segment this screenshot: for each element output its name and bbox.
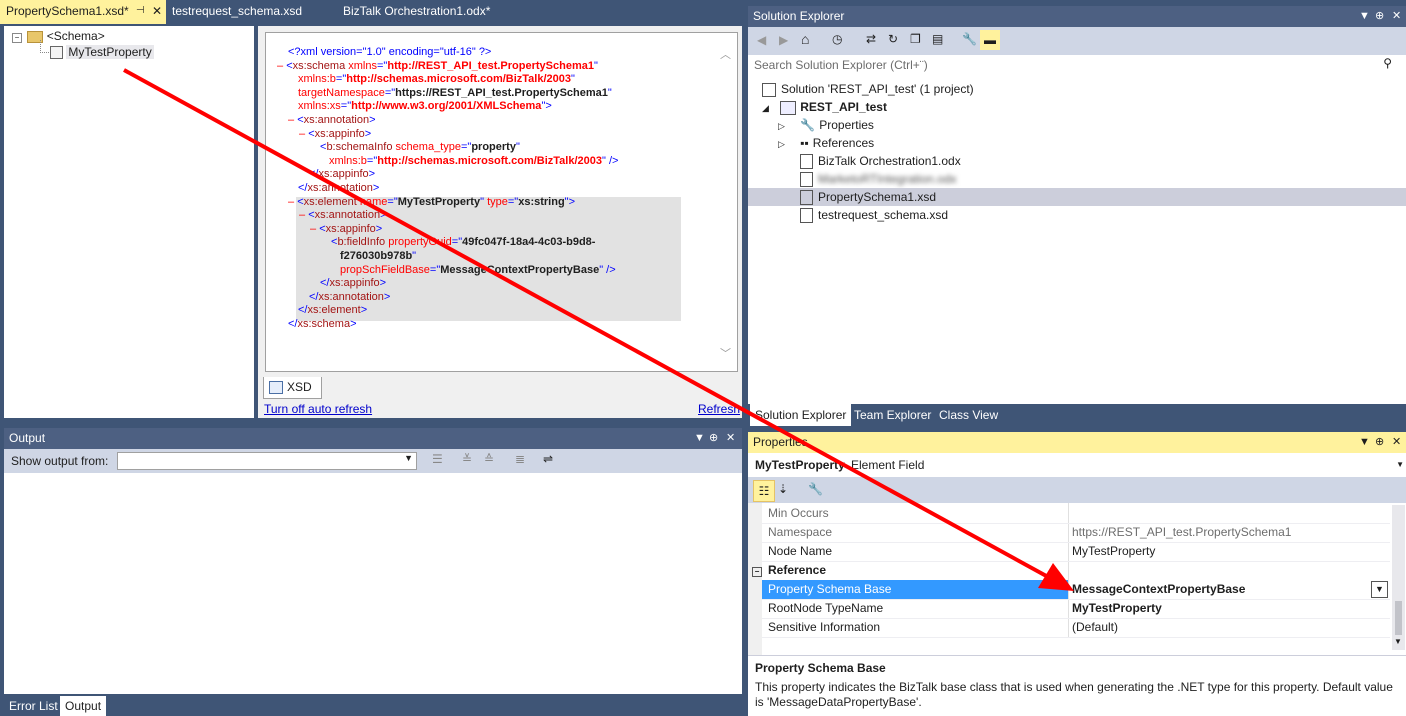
- annotation-arrow: [123, 68, 1074, 591]
- arrow-shaft: [123, 68, 1051, 580]
- arrow-head: [1038, 563, 1074, 591]
